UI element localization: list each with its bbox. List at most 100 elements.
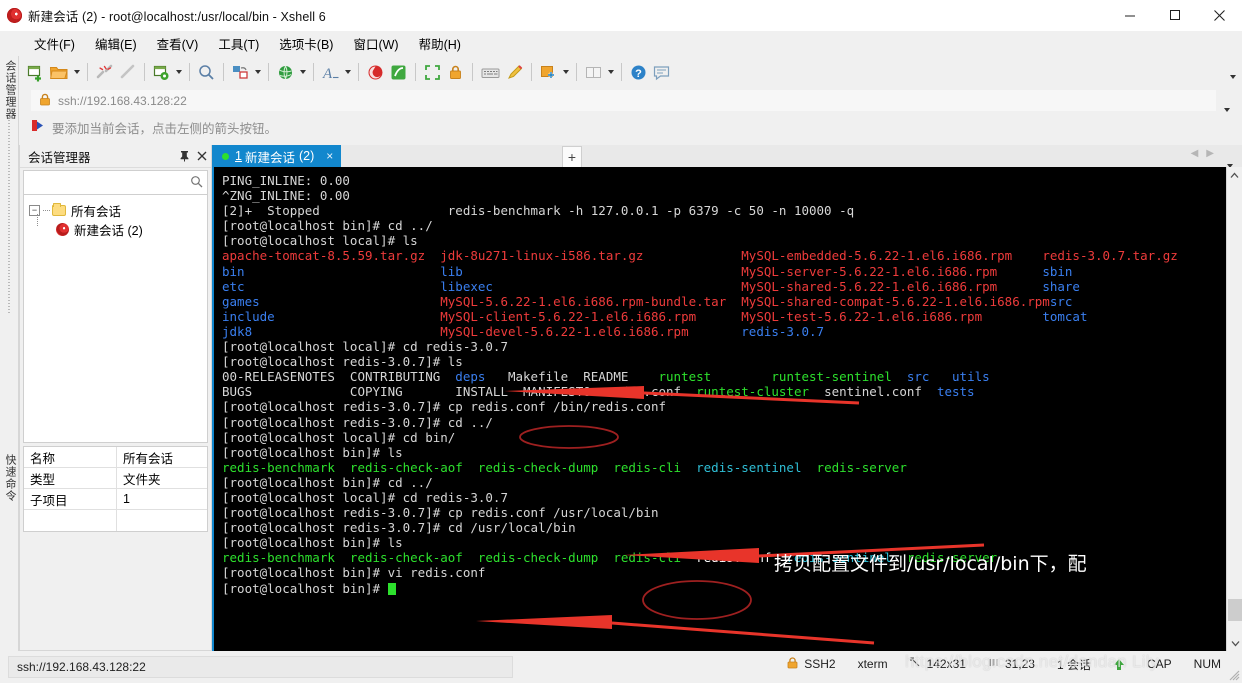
terminal-line: [root@localhost bin]# (222, 581, 1228, 596)
tree-expander-icon[interactable]: − (29, 205, 40, 216)
tab-close-icon[interactable]: × (326, 149, 333, 163)
session-manager-header: 会话管理器 (20, 145, 211, 168)
terminal-text: jdk8 (222, 323, 441, 339)
menu-item-help[interactable]: 帮助(H) (409, 31, 471, 56)
terminal-line: [2]+ Stopped redis-benchmark -h 127.0.0.… (222, 203, 1228, 218)
menu-item-view[interactable]: 查看(V) (147, 31, 209, 56)
globe-icon[interactable] (274, 59, 297, 85)
menu-item-tabs[interactable]: 选项卡(B) (269, 31, 343, 56)
keyboard-icon[interactable] (478, 59, 503, 85)
open-folder-icon[interactable] (47, 59, 71, 85)
file-transfer-icon[interactable] (229, 59, 252, 85)
xftp-icon[interactable] (387, 59, 410, 85)
add-session-arrow-icon[interactable] (31, 119, 44, 135)
terminal-line: [root@localhost redis-3.0.7]# cp redis.c… (222, 505, 1228, 520)
menu-item-edit[interactable]: 编辑(E) (85, 31, 147, 56)
status-connection: ssh://192.168.43.128:22 (8, 656, 513, 678)
terminal-line: etc libexec MySQL-shared-5.6.22-1.el6.i6… (222, 279, 1228, 294)
scrollbar-thumb[interactable] (1228, 599, 1242, 621)
menu-item-file[interactable]: 文件(F) (24, 31, 85, 56)
terminal-text: [root@localhost redis-3.0.7]# cp redis.c… (222, 399, 667, 415)
terminal-text: runtest-sentinel (771, 369, 907, 385)
add-note-dropdown-icon[interactable] (560, 59, 571, 85)
maximize-button[interactable] (1152, 0, 1197, 31)
panel-close-icon[interactable] (193, 146, 211, 166)
tab-new-session[interactable]: 1 新建会话 (2) × (212, 145, 342, 167)
terminal-text: libexec (440, 278, 742, 294)
session-manager-title: 会话管理器 (28, 150, 91, 165)
feedback-icon[interactable] (650, 59, 673, 85)
tab-nav-next-icon[interactable]: ▶ (1206, 148, 1214, 159)
scroll-up-icon[interactable] (1227, 167, 1242, 183)
strip-divider (8, 84, 10, 314)
file-transfer-dropdown-icon[interactable] (252, 59, 263, 85)
font-icon[interactable]: A (319, 59, 342, 85)
terminal-text: sentinel.conf (824, 384, 937, 400)
app-icon (0, 0, 28, 31)
pin-icon[interactable] (175, 146, 193, 166)
tab-nav-prev-icon[interactable]: ◀ (1191, 148, 1199, 159)
terminal-text: redis-server (816, 459, 907, 475)
status-protocol-label: SSH2 (804, 657, 836, 671)
terminal-text: src (906, 369, 953, 385)
new-tab-button[interactable]: + (562, 146, 582, 167)
session-properties-dropdown-icon[interactable] (173, 59, 184, 85)
vertical-tab-quick-command[interactable]: 快速命令 (1, 454, 18, 502)
tab-nav-group: ◀ ▶ (1191, 148, 1214, 159)
layout-dropdown-icon[interactable] (605, 59, 616, 85)
add-note-icon[interactable] (537, 59, 560, 85)
tree-node-all-sessions[interactable]: − 所有会话 (24, 201, 207, 220)
terminal-output[interactable]: PING_INLINE: 0.00 ^ZNG_INLINE: 0.00 [2]+ S… (214, 167, 1228, 651)
close-button[interactable] (1197, 0, 1242, 31)
terminal-text: Makefile README (507, 369, 659, 385)
session-search-box[interactable] (23, 170, 208, 195)
connect-icon[interactable] (116, 59, 139, 85)
terminal-line: [root@localhost bin]# cd ../ (222, 218, 1228, 233)
new-session-icon[interactable] (24, 59, 47, 85)
session-properties-icon[interactable] (150, 59, 173, 85)
status-upload-icon (1102, 658, 1136, 671)
xshell-window: 新建会话 (2) - root@localhost:/usr/local/bin… (0, 0, 1242, 683)
resize-grip[interactable] (1228, 669, 1240, 681)
terminal-text: ^ZNG_INLINE: 0.00 (222, 188, 350, 204)
status-right-group: SSH2 xterm 142x31 31,23 1 会话 CAP NUM (776, 651, 1232, 677)
open-folder-dropdown-icon[interactable] (71, 59, 82, 85)
tree-node-new-session[interactable]: 新建会话 (2) (24, 214, 207, 239)
terminal-line: [root@localhost bin]# cd ../ (222, 475, 1228, 490)
lock-icon[interactable] (444, 59, 467, 85)
terminal-text: [root@localhost local]# cd bin/ (222, 429, 456, 445)
toolbar-overflow-icon[interactable] (1227, 64, 1238, 90)
menu-item-tools[interactable]: 工具(T) (208, 31, 269, 56)
search-icon[interactable] (190, 175, 203, 191)
xshell-session-icon[interactable] (364, 59, 387, 85)
minimize-button[interactable] (1107, 0, 1152, 31)
menu-item-window[interactable]: 窗口(W) (343, 31, 408, 56)
terminal-text: lib (440, 263, 742, 279)
terminal-line: [root@localhost redis-3.0.7]# cp redis.c… (222, 399, 1228, 414)
terminal-line: jdk8 MySQL-devel-5.6.22-1.el6.i686.rpm r… (222, 324, 1228, 339)
hint-text: 要添加当前会话，点击左侧的箭头按钮。 (52, 121, 278, 136)
terminal-text: [root@localhost bin]# ls (222, 444, 403, 460)
status-lock-icon (787, 656, 798, 672)
disconnect-icon[interactable] (93, 59, 116, 85)
terminal-text: [root@localhost redis-3.0.7]# cd /usr/lo… (222, 520, 576, 536)
address-input[interactable]: ssh://192.168.43.128:22 (31, 90, 1216, 111)
search-icon[interactable] (195, 59, 218, 85)
scroll-down-icon[interactable] (1227, 635, 1242, 651)
title-bar: 新建会话 (2) - root@localhost:/usr/local/bin… (0, 0, 1242, 31)
session-search-input[interactable] (28, 172, 190, 193)
tree-node-label: 所有会话 (71, 205, 122, 219)
left-docked-strip: 会话管理器 快速命令 (0, 56, 19, 651)
highlight-pen-icon[interactable] (503, 59, 526, 85)
terminal-text: MySQL-client-5.6.22-1.el6.i686.rpm (440, 308, 742, 324)
layout-icon[interactable] (582, 59, 605, 85)
globe-dropdown-icon[interactable] (297, 59, 308, 85)
session-tree[interactable]: − 所有会话 新建会话 (2) (23, 195, 208, 443)
tab-strip: 1 新建会话 (2) × + ◀ ▶ (212, 145, 1242, 167)
fullscreen-icon[interactable] (421, 59, 444, 85)
window-title: 新建会话 (2) - root@localhost:/usr/local/bin… (28, 9, 326, 24)
help-icon[interactable]: ? (627, 59, 650, 85)
terminal-scrollbar[interactable] (1226, 167, 1242, 651)
terminal-text: MySQL-shared-5.6.22-1.el6.i686.rpm (741, 278, 1043, 294)
font-dropdown-icon[interactable] (342, 59, 353, 85)
